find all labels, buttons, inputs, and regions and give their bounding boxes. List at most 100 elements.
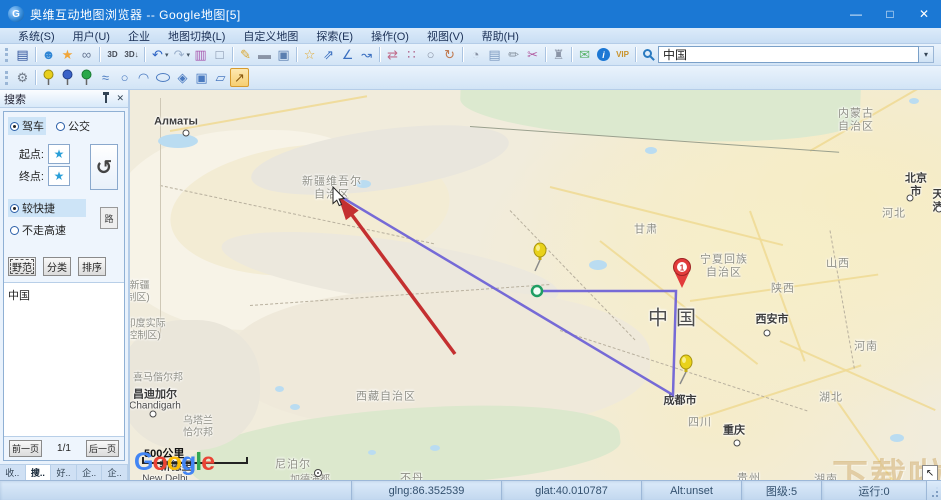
- menu-item[interactable]: 帮助(H): [474, 28, 527, 44]
- toolbar-separator: [462, 47, 464, 62]
- resize-grip[interactable]: [927, 481, 941, 500]
- refresh-icon[interactable]: ↻: [440, 45, 459, 64]
- sidebar-tab-搜..[interactable]: 搜..: [25, 465, 52, 480]
- mode-radio-公交[interactable]: 公交: [54, 117, 92, 135]
- map-label: 不丹: [400, 472, 424, 480]
- circle-tool-icon[interactable]: ○: [421, 45, 440, 64]
- ellipse-icon[interactable]: [156, 73, 170, 82]
- wave-line-icon[interactable]: ≈: [96, 68, 115, 87]
- toolbar-grip[interactable]: [5, 70, 10, 85]
- diamond-icon[interactable]: ◈: [173, 68, 192, 87]
- image-icon[interactable]: ▣: [274, 45, 293, 64]
- toolbar-grip[interactable]: [5, 47, 10, 62]
- delete-icon[interactable]: ▥: [191, 45, 210, 64]
- polygon-nodes-icon[interactable]: ▱: [211, 68, 230, 87]
- sidebar-tab-企..[interactable]: 企..: [102, 465, 128, 480]
- pushpin-blue-icon[interactable]: [58, 68, 77, 87]
- road-line: [809, 90, 941, 152]
- favorites-icon[interactable]: ★: [58, 45, 77, 64]
- pushpin-marker[interactable]: [679, 354, 693, 385]
- undo-icon[interactable]: ↶: [148, 45, 167, 64]
- start-favorite-button[interactable]: ★: [48, 144, 70, 164]
- chat-icon[interactable]: ✉: [575, 45, 594, 64]
- menu-item[interactable]: 探索(E): [308, 28, 361, 44]
- info-icon[interactable]: i: [597, 48, 611, 61]
- action-button-野范[interactable]: 野范: [8, 257, 36, 276]
- search-result-item[interactable]: 中国: [8, 290, 30, 302]
- vip-icon[interactable]: VIP: [613, 45, 632, 64]
- map-label: 贵州: [737, 472, 761, 480]
- redo-icon[interactable]: ↷: [170, 45, 189, 64]
- polyline-icon[interactable]: ⇗: [319, 45, 338, 64]
- capital-dot: [314, 469, 322, 477]
- star-shape-icon[interactable]: ☆: [300, 45, 319, 64]
- search-results[interactable]: 中国: [4, 282, 124, 437]
- ruler-icon[interactable]: ▬: [255, 45, 274, 64]
- pushpin-marker[interactable]: [533, 242, 547, 272]
- search-dropdown-button[interactable]: ▾: [919, 46, 934, 63]
- minimize-button[interactable]: —: [839, 0, 873, 28]
- menu-item[interactable]: 视图(V): [419, 28, 472, 44]
- pushpin-yellow-icon[interactable]: [39, 68, 58, 87]
- maximize-button[interactable]: □: [873, 0, 907, 28]
- mode-radio-驾车[interactable]: 驾车: [8, 117, 46, 135]
- end-favorite-button[interactable]: ★: [48, 166, 70, 186]
- city-dot: [182, 129, 190, 137]
- select-rect-icon[interactable]: □: [210, 45, 229, 64]
- points-icon[interactable]: ∷: [402, 45, 421, 64]
- pencil-icon[interactable]: ✎: [236, 45, 255, 64]
- user-icon[interactable]: ☻: [39, 45, 58, 64]
- rect-nodes-icon[interactable]: ▣: [192, 68, 211, 87]
- close-button[interactable]: ✕: [907, 0, 941, 28]
- search-icon[interactable]: [643, 49, 653, 58]
- pan-cursor-button[interactable]: ↖: [922, 465, 938, 480]
- angle-icon[interactable]: ∠: [338, 45, 357, 64]
- view-3d-icon[interactable]: 3D: [103, 45, 122, 64]
- settings-gear-icon[interactable]: ⚙: [13, 68, 32, 87]
- sidebar-tab-收..[interactable]: 收..: [0, 465, 26, 480]
- toggle-3d-2d-icon[interactable]: 3D↓: [122, 45, 141, 64]
- pushpin-green-icon[interactable]: [77, 68, 96, 87]
- measure-arrow-icon[interactable]: ↗: [230, 68, 249, 87]
- next-page-button[interactable]: 后一页: [85, 440, 119, 457]
- menu-item[interactable]: 地图切换(L): [160, 28, 233, 44]
- menu-item[interactable]: 操作(O): [363, 28, 417, 44]
- swap-start-end-button[interactable]: ↺: [90, 144, 118, 190]
- mountain-patch: [217, 216, 563, 324]
- clipboard-icon[interactable]: ▤: [485, 45, 504, 64]
- lake: [368, 450, 376, 455]
- route-option-较快捷[interactable]: 较快捷: [8, 199, 86, 217]
- prev-page-button[interactable]: 前一页: [9, 440, 43, 457]
- menu-item[interactable]: 用户(U): [65, 28, 118, 44]
- swap-route-icon[interactable]: ⇄: [383, 45, 402, 64]
- numbered-balloon-marker[interactable]: 1: [673, 258, 691, 289]
- action-button-排序[interactable]: 排序: [78, 257, 106, 276]
- menu-item[interactable]: 自定义地图: [235, 28, 306, 44]
- map-canvas[interactable]: Алматы新疆维吾尔 自治区甘肃内蒙古 自治区北京市天津河北山西陕西西安市河南…: [130, 90, 941, 480]
- arc-icon[interactable]: ◠: [134, 68, 153, 87]
- edit-icon[interactable]: ✏: [504, 45, 523, 64]
- tower-icon[interactable]: ♜: [549, 45, 568, 64]
- clock-icon[interactable]: ◔: [466, 45, 485, 64]
- border-line: [159, 185, 434, 245]
- autohide-pin-icon[interactable]: [103, 91, 110, 103]
- route-book-button[interactable]: 路: [100, 207, 118, 229]
- sidebar-tabs: 收.. 搜.. 好.. 企.. 企..: [0, 464, 128, 480]
- search-input[interactable]: [658, 46, 919, 63]
- sidebar-tab-企..[interactable]: 企..: [77, 465, 103, 480]
- route-start-marker[interactable]: [530, 284, 544, 298]
- red-arrow-annotation[interactable]: [338, 196, 457, 356]
- scissors-icon[interactable]: ✂: [523, 45, 542, 64]
- route-option-不走高速[interactable]: 不走高速: [8, 221, 86, 239]
- curve-icon[interactable]: ↝: [357, 45, 376, 64]
- action-button-分类[interactable]: 分类: [43, 257, 71, 276]
- sidebar-tab-好..[interactable]: 好..: [51, 465, 77, 480]
- sidebar-close-icon[interactable]: ✕: [116, 93, 124, 104]
- road-line: [549, 186, 784, 247]
- binoculars-icon[interactable]: ∞: [77, 45, 96, 64]
- save-icon[interactable]: ▤: [13, 45, 32, 64]
- route-polyline[interactable]: [337, 193, 678, 398]
- circle-shape-icon[interactable]: ○: [115, 68, 134, 87]
- menu-item[interactable]: 企业: [120, 28, 158, 44]
- menu-item[interactable]: 系统(S): [10, 28, 63, 44]
